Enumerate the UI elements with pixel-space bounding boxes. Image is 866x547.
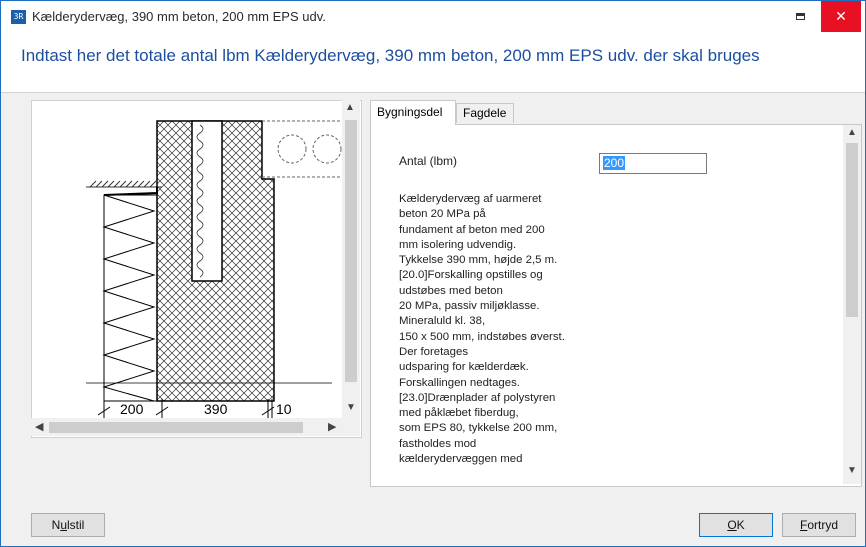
dimension-label-390: 390 (204, 401, 228, 417)
close-button[interactable]: ✕ (821, 1, 861, 32)
quantity-label: Antal (lbm) (399, 154, 458, 168)
description-text: Kælderydervæg af uarmeret beton 20 MPa p… (399, 193, 565, 466)
eps-insulation (102, 187, 158, 402)
panel-vertical-scrollbar[interactable]: ▲ ▼ (843, 125, 861, 484)
dimension-label-10: 10 (276, 401, 292, 417)
reset-label-pre: N (51, 518, 61, 532)
quantity-value: 200 (603, 156, 626, 170)
drawing-horizontal-scrollbar[interactable]: ◀ ▶ (31, 418, 342, 436)
scroll-thumb[interactable] (345, 120, 357, 382)
header-panel: Indtast her det totale antal lbm Kældery… (1, 32, 865, 93)
cancel-label-post: ortryd (807, 518, 839, 532)
tab-panel-bygningsdel: Antal (lbm) 200 Kælderydervæg af uarmere… (370, 124, 862, 487)
deck-slab (262, 120, 342, 178)
tab-fagdele[interactable]: Fagdele (456, 103, 514, 123)
minimize-button[interactable] (783, 1, 817, 32)
minimize-icon (795, 13, 805, 20)
scroll-down-icon[interactable]: ▼ (346, 402, 356, 413)
drawing-vertical-scrollbar[interactable]: ▲ ▼ (342, 100, 360, 418)
quantity-input[interactable]: 200 (599, 153, 707, 174)
scroll-thumb[interactable] (846, 143, 858, 317)
tab-bygningsdel[interactable]: Bygningsdel (370, 100, 456, 125)
ok-label-mnemonic: O (727, 518, 737, 532)
scroll-up-icon[interactable]: ▲ (847, 127, 857, 138)
concrete-wall (156, 120, 275, 402)
scroll-corner (342, 418, 360, 436)
reset-label-mnemonic: u (60, 518, 67, 532)
close-icon: ✕ (835, 8, 847, 25)
scroll-up-icon[interactable]: ▲ (345, 102, 355, 113)
dimension-label-200: 200 (120, 401, 144, 417)
ok-button[interactable]: OK (699, 513, 773, 537)
cancel-button[interactable]: Fortryd (782, 513, 856, 537)
scroll-right-icon[interactable]: ▶ (328, 420, 336, 433)
wall-section-drawing: 200 390 10 (86, 120, 342, 419)
dialog-window: 3R Kælderydervæg, 390 mm beton, 200 mm E… (0, 0, 866, 547)
reset-button[interactable]: Nulstil (31, 513, 105, 537)
title-bar[interactable]: 3R Kælderydervæg, 390 mm beton, 200 mm E… (1, 1, 865, 32)
scroll-down-icon[interactable]: ▼ (847, 465, 857, 476)
app-icon: 3R (11, 10, 26, 24)
section-drawing-pane: 200 390 10 (31, 100, 362, 438)
ground-hatch (86, 180, 162, 188)
scroll-thumb[interactable] (49, 422, 303, 433)
scroll-left-icon[interactable]: ◀ (35, 420, 43, 433)
window-title: Kælderydervæg, 390 mm beton, 200 mm EPS … (32, 9, 326, 24)
reset-label-post: lstil (67, 518, 85, 532)
instruction-text: Indtast her det totale antal lbm Kældery… (21, 46, 760, 65)
ok-label-post: K (736, 518, 745, 532)
